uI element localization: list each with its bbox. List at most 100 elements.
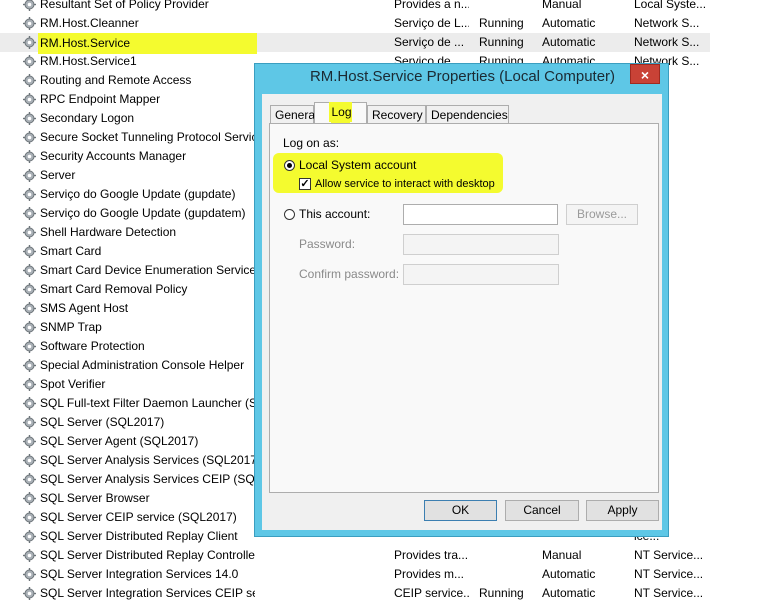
gear-icon	[23, 587, 36, 600]
service-name: Serviço do Google Update (gupdatem)	[40, 204, 255, 223]
tab-dependencies[interactable]: Dependencies	[426, 105, 509, 123]
gear-icon	[23, 207, 36, 220]
this-account-radio[interactable]	[284, 209, 295, 220]
ok-button[interactable]: OK	[424, 500, 497, 521]
gear-icon	[23, 473, 36, 486]
service-name: SQL Server Agent (SQL2017)	[40, 432, 255, 451]
service-name: SQL Server Analysis Services CEIP (SQL20	[40, 470, 255, 489]
close-button[interactable]: ×	[630, 64, 660, 84]
password-label: Password:	[299, 237, 355, 251]
service-startup-type: Automatic	[542, 565, 627, 584]
gear-icon	[23, 245, 36, 258]
service-name: Resultant Set of Policy Provider	[40, 0, 255, 14]
service-name: Serviço do Google Update (gupdate)	[40, 185, 255, 204]
tab-dependencies-label: Dependencies	[431, 108, 508, 122]
service-log-on-as: Network S...	[634, 14, 710, 33]
gear-icon	[23, 74, 36, 87]
service-name: Routing and Remote Access	[40, 71, 255, 90]
service-row[interactable]: RM.Host.ServiceServiço de ...RunningAuto…	[0, 33, 710, 52]
service-description: Provides m...	[394, 565, 469, 584]
service-name: RM.Host.Cleanner	[40, 14, 255, 33]
confirm-password-field[interactable]	[403, 264, 559, 285]
service-name: SQL Server Integration Services CEIP ser…	[40, 584, 255, 603]
gear-icon	[23, 55, 36, 68]
gear-icon	[23, 492, 36, 505]
gear-icon	[23, 150, 36, 163]
interact-desktop-checkbox[interactable]: ✓	[299, 178, 311, 190]
service-name: SQL Full-text Filter Daemon Launcher (SQ	[40, 394, 255, 413]
service-startup-type: Automatic	[542, 14, 627, 33]
tab-recovery[interactable]: Recovery	[367, 105, 426, 123]
dialog-title: RM.Host.Service Properties (Local Comput…	[255, 68, 670, 85]
confirm-password-label: Confirm password:	[299, 267, 399, 281]
service-name: SQL Server CEIP service (SQL2017)	[40, 508, 255, 527]
service-properties-dialog: RM.Host.Service Properties (Local Comput…	[254, 63, 669, 537]
service-name: SNMP Trap	[40, 318, 255, 337]
service-startup-type: Manual	[542, 546, 627, 565]
service-description: Serviço de L...	[394, 14, 469, 33]
gear-icon	[23, 378, 36, 391]
gear-icon	[23, 36, 36, 49]
local-system-radio[interactable]	[284, 160, 295, 171]
service-name: RPC Endpoint Mapper	[40, 90, 255, 109]
gear-icon	[23, 454, 36, 467]
gear-icon	[23, 530, 36, 543]
service-row[interactable]: SQL Server Distributed Replay Controller…	[0, 546, 710, 565]
service-log-on-as: NT Service...	[634, 546, 710, 565]
gear-icon	[23, 568, 36, 581]
service-status: Running	[479, 33, 539, 52]
account-field[interactable]	[403, 204, 558, 225]
service-startup-type: Automatic	[542, 584, 627, 603]
apply-button[interactable]: Apply	[586, 500, 659, 521]
service-name: Shell Hardware Detection	[40, 223, 255, 242]
gear-icon	[23, 302, 36, 315]
gear-icon	[23, 435, 36, 448]
gear-icon	[23, 188, 36, 201]
service-log-on-as: Local Syste...	[634, 0, 710, 14]
gear-icon	[23, 359, 36, 372]
tab-log-on[interactable]: Log On	[314, 102, 367, 124]
gear-icon	[23, 340, 36, 353]
service-name: Security Accounts Manager	[40, 147, 255, 166]
gear-icon	[23, 131, 36, 144]
service-row[interactable]: RM.Host.Cleanner Serviço de L... RunningAu…	[0, 14, 710, 33]
gear-icon	[23, 0, 36, 11]
browse-button[interactable]: Browse...	[566, 204, 638, 225]
service-startup-type: Manual	[542, 0, 627, 14]
service-log-on-as: NT Service...	[634, 565, 710, 584]
dialog-client-area: General Log On Recovery Dependencies Log…	[262, 94, 662, 530]
service-description: Serviço de ...	[394, 33, 469, 52]
service-name: Special Administration Console Helper	[40, 356, 255, 375]
gear-icon	[23, 283, 36, 296]
service-log-on-as: Network S...	[634, 33, 710, 52]
log-on-as-label: Log on as:	[283, 136, 339, 150]
service-name: Secondary Logon	[40, 109, 255, 128]
service-description: CEIP service...	[394, 584, 469, 603]
gear-icon	[23, 511, 36, 524]
service-row[interactable]: SQL Server Integration Services CEIP ser…	[0, 584, 710, 603]
gear-icon	[23, 169, 36, 182]
service-status: Running	[479, 14, 539, 33]
service-name: Server	[40, 166, 255, 185]
gear-icon	[23, 264, 36, 277]
local-system-label: Local System account	[299, 158, 416, 172]
gear-icon	[23, 416, 36, 429]
log-on-panel: Log on as: Local System account ✓ Allow …	[269, 123, 659, 493]
service-name: Software Protection	[40, 337, 255, 356]
service-description: Provides a n...	[394, 0, 469, 14]
password-field[interactable]	[403, 234, 559, 255]
tab-general-label: General	[275, 108, 318, 122]
service-row[interactable]: SQL Server Integration Services 14.0Prov…	[0, 565, 710, 584]
service-name: SMS Agent Host	[40, 299, 255, 318]
gear-icon	[23, 397, 36, 410]
this-account-label: This account:	[299, 207, 370, 221]
gear-icon	[23, 321, 36, 334]
service-name: RM.Host.Service1	[40, 52, 255, 71]
gear-icon	[23, 226, 36, 239]
service-name: Smart Card	[40, 242, 255, 261]
service-status: Running	[479, 584, 539, 603]
service-row[interactable]: Resultant Set of Policy Provider Provides…	[0, 0, 710, 14]
tab-general[interactable]: General	[270, 105, 314, 123]
cancel-button[interactable]: Cancel	[505, 500, 579, 521]
service-name: SQL Server Distributed Replay Controller	[40, 546, 255, 565]
